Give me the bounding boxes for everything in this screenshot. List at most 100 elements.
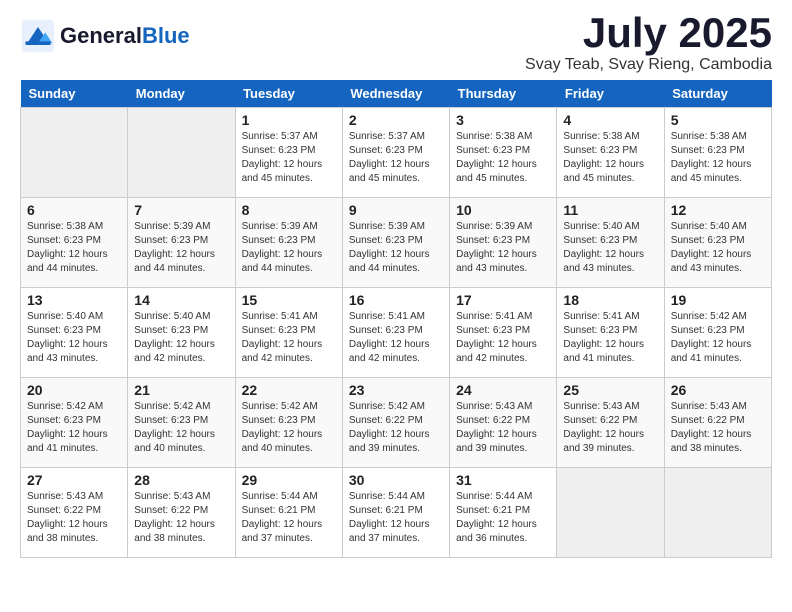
- day-info: Sunrise: 5:40 AMSunset: 6:23 PMDaylight:…: [563, 220, 657, 276]
- day-header-sunday: Sunday: [21, 80, 128, 108]
- title-block: July 2025 Svay Teab, Svay Rieng, Cambodi…: [525, 10, 772, 74]
- day-number: 30: [349, 472, 443, 488]
- calendar-table: SundayMondayTuesdayWednesdayThursdayFrid…: [20, 80, 772, 558]
- day-number: 17: [456, 292, 550, 308]
- day-number: 9: [349, 202, 443, 218]
- day-info: Sunrise: 5:38 AMSunset: 6:23 PMDaylight:…: [563, 130, 657, 186]
- calendar-cell: 22 Sunrise: 5:42 AMSunset: 6:23 PMDayligh…: [235, 378, 342, 468]
- day-number: 19: [671, 292, 765, 308]
- logo-blue: Blue: [142, 23, 190, 48]
- day-number: 31: [456, 472, 550, 488]
- day-number: 1: [242, 112, 336, 128]
- day-number: 2: [349, 112, 443, 128]
- day-number: 29: [242, 472, 336, 488]
- day-number: 18: [563, 292, 657, 308]
- location-title: Svay Teab, Svay Rieng, Cambodia: [525, 56, 772, 74]
- calendar-cell: 2Sunrise: 5:37 AMSunset: 6:23 PMDaylight…: [342, 108, 449, 198]
- day-info: Sunrise: 5:40 AMSunset: 6:23 PMDaylight:…: [27, 310, 121, 366]
- calendar-week-4: 20Sunrise: 5:42 AMSunset: 6:23 PMDayligh…: [21, 378, 772, 468]
- day-info: Sunrise: 5:41 AMSunset: 6:23 PMDaylight:…: [563, 310, 657, 366]
- day-info: Sunrise: 5:39 AMSunset: 6:23 PMDaylight:…: [242, 220, 336, 276]
- day-number: 21: [134, 382, 228, 398]
- day-info: Sunrise: 5:41 AMSunset: 6:23 PMDaylight:…: [349, 310, 443, 366]
- calendar-cell: 31 Sunrise: 5:44 AMSunset: 6:21 PMDayligh…: [450, 468, 557, 558]
- day-info: Sunrise: 5:39 AMSunset: 6:23 PMDaylight:…: [349, 220, 443, 276]
- day-info: Sunrise: 5:38 AMSunset: 6:23 PMDaylight:…: [27, 220, 121, 276]
- calendar-cell: 18 Sunrise: 5:41 AMSunset: 6:23 PMDayligh…: [557, 288, 664, 378]
- calendar-cell: 10Sunrise: 5:39 AMSunset: 6:23 PMDayligh…: [450, 198, 557, 288]
- calendar-cell: 6 Sunrise: 5:38 AMSunset: 6:23 PMDaylight…: [21, 198, 128, 288]
- day-info: Sunrise: 5:42 AMSunset: 6:23 PMDaylight:…: [27, 400, 121, 456]
- calendar-cell: 15 Sunrise: 5:41 AMSunset: 6:23 PMDayligh…: [235, 288, 342, 378]
- day-info: Sunrise: 5:41 AMSunset: 6:23 PMDaylight:…: [242, 310, 336, 366]
- calendar-cell: 13Sunrise: 5:40 AMSunset: 6:23 PMDayligh…: [21, 288, 128, 378]
- logo: GeneralBlue: [20, 18, 190, 54]
- day-number: 3: [456, 112, 550, 128]
- calendar-cell: 28Sunrise: 5:43 AMSunset: 6:22 PMDayligh…: [128, 468, 235, 558]
- day-header-friday: Friday: [557, 80, 664, 108]
- calendar-body: 1 Sunrise: 5:37 AMSunset: 6:23 PMDaylight…: [21, 108, 772, 558]
- day-number: 10: [456, 202, 550, 218]
- calendar-cell: 20Sunrise: 5:42 AMSunset: 6:23 PMDayligh…: [21, 378, 128, 468]
- day-number: 4: [563, 112, 657, 128]
- calendar-header-row: SundayMondayTuesdayWednesdayThursdayFrid…: [21, 80, 772, 108]
- calendar-cell: 23Sunrise: 5:42 AMSunset: 6:22 PMDayligh…: [342, 378, 449, 468]
- calendar-week-2: 6 Sunrise: 5:38 AMSunset: 6:23 PMDaylight…: [21, 198, 772, 288]
- day-number: 11: [563, 202, 657, 218]
- calendar-cell: 7 Sunrise: 5:39 AMSunset: 6:23 PMDaylight…: [128, 198, 235, 288]
- day-info: Sunrise: 5:43 AMSunset: 6:22 PMDaylight:…: [456, 400, 550, 456]
- day-info: Sunrise: 5:40 AMSunset: 6:23 PMDaylight:…: [134, 310, 228, 366]
- day-info: Sunrise: 5:43 AMSunset: 6:22 PMDaylight:…: [27, 490, 121, 546]
- logo-general: General: [60, 23, 142, 48]
- day-number: 27: [27, 472, 121, 488]
- day-info: Sunrise: 5:39 AMSunset: 6:23 PMDaylight:…: [134, 220, 228, 276]
- day-number: 7: [134, 202, 228, 218]
- calendar-cell: 17Sunrise: 5:41 AMSunset: 6:23 PMDayligh…: [450, 288, 557, 378]
- calendar-week-1: 1 Sunrise: 5:37 AMSunset: 6:23 PMDaylight…: [21, 108, 772, 198]
- calendar-cell: 29 Sunrise: 5:44 AMSunset: 6:21 PMDayligh…: [235, 468, 342, 558]
- day-number: 14: [134, 292, 228, 308]
- calendar-cell: 9 Sunrise: 5:39 AMSunset: 6:23 PMDaylight…: [342, 198, 449, 288]
- day-info: Sunrise: 5:43 AMSunset: 6:22 PMDaylight:…: [563, 400, 657, 456]
- day-info: Sunrise: 5:44 AMSunset: 6:21 PMDaylight:…: [456, 490, 550, 546]
- calendar-week-3: 13Sunrise: 5:40 AMSunset: 6:23 PMDayligh…: [21, 288, 772, 378]
- day-info: Sunrise: 5:44 AMSunset: 6:21 PMDaylight:…: [242, 490, 336, 546]
- calendar-cell: 16 Sunrise: 5:41 AMSunset: 6:23 PMDayligh…: [342, 288, 449, 378]
- day-number: 25: [563, 382, 657, 398]
- day-number: 23: [349, 382, 443, 398]
- day-number: 22: [242, 382, 336, 398]
- page-header: GeneralBlue July 2025 Svay Teab, Svay Ri…: [20, 10, 772, 74]
- calendar-cell: 5Sunrise: 5:38 AMSunset: 6:23 PMDaylight…: [664, 108, 771, 198]
- calendar-cell: 8 Sunrise: 5:39 AMSunset: 6:23 PMDaylight…: [235, 198, 342, 288]
- calendar-cell: [21, 108, 128, 198]
- calendar-cell: 21Sunrise: 5:42 AMSunset: 6:23 PMDayligh…: [128, 378, 235, 468]
- day-number: 16: [349, 292, 443, 308]
- calendar-cell: 4 Sunrise: 5:38 AMSunset: 6:23 PMDaylight…: [557, 108, 664, 198]
- day-number: 28: [134, 472, 228, 488]
- day-info: Sunrise: 5:40 AMSunset: 6:23 PMDaylight:…: [671, 220, 765, 276]
- calendar-cell: 26Sunrise: 5:43 AMSunset: 6:22 PMDayligh…: [664, 378, 771, 468]
- day-header-thursday: Thursday: [450, 80, 557, 108]
- calendar-cell: 11 Sunrise: 5:40 AMSunset: 6:23 PMDayligh…: [557, 198, 664, 288]
- day-number: 15: [242, 292, 336, 308]
- logo-icon: [20, 18, 56, 54]
- calendar-week-5: 27 Sunrise: 5:43 AMSunset: 6:22 PMDayligh…: [21, 468, 772, 558]
- day-number: 24: [456, 382, 550, 398]
- calendar-cell: 12Sunrise: 5:40 AMSunset: 6:23 PMDayligh…: [664, 198, 771, 288]
- day-header-saturday: Saturday: [664, 80, 771, 108]
- day-number: 26: [671, 382, 765, 398]
- day-number: 6: [27, 202, 121, 218]
- day-header-monday: Monday: [128, 80, 235, 108]
- calendar-cell: 30Sunrise: 5:44 AMSunset: 6:21 PMDayligh…: [342, 468, 449, 558]
- day-info: Sunrise: 5:37 AMSunset: 6:23 PMDaylight:…: [242, 130, 336, 186]
- calendar-cell: 27 Sunrise: 5:43 AMSunset: 6:22 PMDayligh…: [21, 468, 128, 558]
- day-number: 8: [242, 202, 336, 218]
- calendar-cell: 19Sunrise: 5:42 AMSunset: 6:23 PMDayligh…: [664, 288, 771, 378]
- calendar-cell: [128, 108, 235, 198]
- calendar-cell: [557, 468, 664, 558]
- calendar-cell: 3 Sunrise: 5:38 AMSunset: 6:23 PMDaylight…: [450, 108, 557, 198]
- day-header-tuesday: Tuesday: [235, 80, 342, 108]
- day-info: Sunrise: 5:38 AMSunset: 6:23 PMDaylight:…: [456, 130, 550, 186]
- day-info: Sunrise: 5:42 AMSunset: 6:23 PMDaylight:…: [242, 400, 336, 456]
- day-info: Sunrise: 5:38 AMSunset: 6:23 PMDaylight:…: [671, 130, 765, 186]
